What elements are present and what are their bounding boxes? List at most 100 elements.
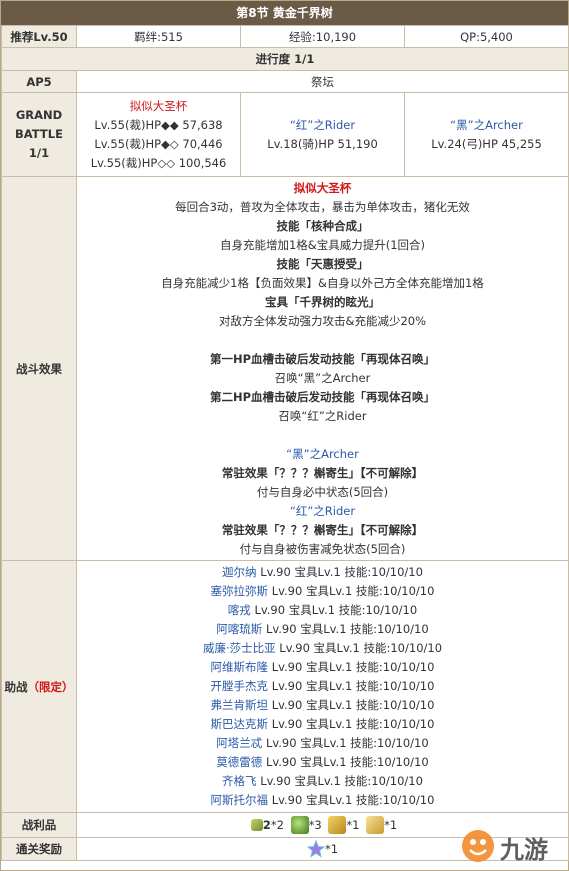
effect-line: 召唤“红”之Rider — [278, 408, 367, 423]
battle-label-line1: GRAND — [15, 108, 63, 122]
support-servant-info: Lv.90 宝具Lv.1 技能:10/10/10 — [262, 736, 429, 750]
loot-item[interactable]: 2*2 — [248, 818, 288, 832]
support-row-item: 威廉·莎士比亚 Lv.90 宝具Lv.1 技能:10/10/10 — [77, 639, 568, 658]
effect-line: 常驻效果「？？？槲寄生」【不可解除】 — [221, 465, 424, 480]
clear-reward-item[interactable]: *1 — [306, 839, 339, 858]
place-name: 祭坛 — [76, 70, 569, 93]
enemy-hp: Lv.55(裁)HP◇◇ 100,546 — [90, 155, 227, 170]
support-servant-link[interactable]: 喀戎 — [228, 603, 251, 617]
support-servant-link[interactable]: 阿维斯布隆 — [211, 660, 269, 674]
support-row-item: 阿斯托尔福 Lv.90 宝具Lv.1 技能:10/10/10 — [77, 791, 568, 810]
support-servant-link[interactable]: 莫德雷德 — [216, 755, 262, 769]
support-servant-link[interactable]: 斯巴达克斯 — [211, 717, 269, 731]
enemy-holy-grail: 拟似大圣杯 Lv.55(裁)HP◆◆ 57,638 Lv.55(裁)HP◆◇ 7… — [76, 92, 241, 177]
loot-item[interactable]: *1 — [325, 816, 363, 834]
support-servant-link[interactable]: 威廉·莎士比亚 — [203, 641, 276, 655]
effect-line: 第二HP血槽击破后发动技能「再现体召唤」 — [209, 389, 436, 404]
support-row-item: 塞弥拉弥斯 Lv.90 宝具Lv.1 技能:10/10/10 — [77, 582, 568, 601]
support-servant-link[interactable]: 迦尔纳 — [222, 565, 257, 579]
progress-row: 进行度 1/1 — [1, 47, 569, 71]
effect-line[interactable]: “红”之Rider — [77, 502, 568, 521]
support-servant-info: Lv.90 宝具Lv.1 技能:10/10/10 — [250, 603, 418, 617]
support-row-item: 齐格飞 Lv.90 宝具Lv.1 技能:10/10/10 — [77, 772, 568, 791]
effect-line: 拟似大圣杯 — [293, 180, 352, 195]
support-row-item: 开膛手杰克 Lv.90 宝具Lv.1 技能:10/10/10 — [77, 677, 568, 696]
support-servant-link[interactable]: 塞弥拉弥斯 — [211, 584, 269, 598]
support-row: 助战（限定） 迦尔纳 Lv.90 宝具Lv.1 技能:10/10/10 塞弥拉弥斯… — [1, 560, 569, 813]
support-servant-link[interactable]: 阿斯托尔福 — [211, 793, 269, 807]
enemy-hp: Lv.24(弓)HP 45,255 — [431, 136, 542, 151]
exp-value: 经验:10,190 — [240, 25, 405, 48]
enemy-hp: Lv.55(裁)HP◆◇ 70,446 — [94, 136, 223, 151]
loot-label: 战利品 — [1, 812, 77, 838]
support-label-text: 助战 — [4, 679, 28, 694]
support-servant-link[interactable]: 阿喀琉斯 — [216, 622, 262, 636]
effect-line: 付与自身必中状态(5回合) — [256, 484, 389, 499]
support-servant-info: Lv.90 宝具Lv.1 技能:10/10/10 — [262, 755, 429, 769]
effect-line: 每回合3动，普攻为全体攻击，暴击为单体攻击，猪化无效 — [175, 199, 470, 214]
battle-label: GRAND BATTLE 1/1 — [1, 92, 77, 177]
qp-value: QP:5,400 — [404, 25, 569, 48]
support-servant-link[interactable]: 齐格飞 — [222, 774, 257, 788]
support-row-item: 阿塔兰忒 Lv.90 宝具Lv.1 技能:10/10/10 — [77, 734, 568, 753]
effect-line: 对敌方全体发动强力攻击&充能减少20% — [218, 313, 427, 328]
support-row-item: 迦尔纳 Lv.90 宝具Lv.1 技能:10/10/10 — [77, 563, 568, 582]
clear-reward-count: *1 — [324, 841, 339, 856]
quest-panel: 第8节 黄金千界树 推荐Lv.50 羁绊:515 经验:10,190 QP:5,… — [0, 0, 569, 871]
support-row-item: 莫德雷德 Lv.90 宝具Lv.1 技能:10/10/10 — [77, 753, 568, 772]
support-servant-info: Lv.90 宝具Lv.1 技能:10/10/10 — [268, 698, 435, 712]
support-servant-info: Lv.90 宝具Lv.1 技能:10/10/10 — [268, 793, 435, 807]
effect-line: 自身充能减少1格【负面效果】&自身以外己方全体充能增加1格 — [161, 275, 484, 290]
support-label: 助战（限定） — [1, 560, 77, 813]
loot-item-count: *3 — [308, 817, 322, 832]
bond-value: 羁绊:515 — [76, 25, 241, 48]
enemy-name-link[interactable]: “红”之Rider — [241, 116, 404, 135]
support-row-item: 斯巴达克斯 Lv.90 宝具Lv.1 技能:10/10/10 — [77, 715, 568, 734]
support-servant-link[interactable]: 弗兰肯斯坦 — [211, 698, 269, 712]
loot-item-count: *1 — [384, 817, 398, 832]
effect-line[interactable]: “黑”之Archer — [77, 445, 568, 464]
enemy-hp: Lv.55(裁)HP◆◆ 57,638 — [94, 117, 223, 132]
support-servant-link[interactable]: 开膛手杰克 — [211, 679, 269, 693]
support-row-item: 弗兰肯斯坦 Lv.90 宝具Lv.1 技能:10/10/10 — [77, 696, 568, 715]
watermark-text: 九游 — [500, 836, 548, 864]
support-servant-info: Lv.90 宝具Lv.1 技能:10/10/10 — [256, 565, 423, 579]
loot-item[interactable]: *3 — [288, 816, 326, 834]
battle-label-line3: 1/1 — [28, 146, 50, 160]
battle-label-line2: BATTLE — [15, 127, 63, 141]
enemy-red-rider: “红”之Rider Lv.18(骑)HP 51,190 — [240, 92, 405, 177]
loot-item-count: *1 — [346, 817, 360, 832]
battle-row: GRAND BATTLE 1/1 拟似大圣杯 Lv.55(裁)HP◆◆ 57,6… — [1, 92, 569, 177]
enemy-hp: Lv.18(骑)HP 51,190 — [267, 136, 378, 151]
gold-piece-icon — [328, 816, 347, 834]
page-title: 第8节 黄金千界树 — [1, 1, 568, 25]
support-servant-info: Lv.90 宝具Lv.1 技能:10/10/10 — [256, 774, 423, 788]
enemy-name-link[interactable]: “黑”之Archer — [405, 116, 568, 135]
support-servant-info: Lv.90 宝具Lv.1 技能:10/10/10 — [268, 584, 435, 598]
support-row-item: 阿喀琉斯 Lv.90 宝具Lv.1 技能:10/10/10 — [77, 620, 568, 639]
effect-line: 第一HP血槽击破后发动技能「再现体召唤」 — [209, 351, 436, 366]
support-servant-info: Lv.90 宝具Lv.1 技能:10/10/10 — [268, 717, 435, 731]
support-servant-link[interactable]: 阿塔兰忒 — [216, 736, 262, 750]
ap-row: AP5 祭坛 — [1, 70, 569, 93]
stats-row: 推荐Lv.50 羁绊:515 经验:10,190 QP:5,400 — [1, 25, 569, 48]
green-gem-icon — [290, 816, 309, 834]
clear-reward-label: 通关奖励 — [1, 837, 77, 861]
effect-spacer — [77, 331, 568, 350]
support-row-item: 阿维斯布隆 Lv.90 宝具Lv.1 技能:10/10/10 — [77, 658, 568, 677]
loot-item[interactable]: *1 — [363, 816, 398, 834]
effect-line: 技能「核种合成」 — [276, 218, 369, 233]
effects-content: 拟似大圣杯 每回合3动，普攻为全体攻击，暴击为单体攻击，猪化无效 技能「核种合成… — [76, 176, 569, 561]
gold-monument-icon — [366, 816, 385, 834]
saint-quartz-icon — [306, 839, 326, 858]
support-servant-info: Lv.90 宝具Lv.1 技能:10/10/10 — [268, 660, 435, 674]
enemy-name-link[interactable]: 拟似大圣杯 — [77, 97, 240, 116]
enemy-black-archer: “黑”之Archer Lv.24(弓)HP 45,255 — [404, 92, 569, 177]
progress-label: 进行度 1/1 — [1, 47, 569, 71]
support-servant-info: Lv.90 宝具Lv.1 技能:10/10/10 — [268, 679, 435, 693]
watermark: 九游 — [456, 820, 566, 868]
ap-label: AP5 — [1, 70, 77, 93]
effect-spacer — [77, 426, 568, 445]
effect-line: 召唤“黑”之Archer — [274, 370, 371, 385]
effect-line: 技能「天惠授受」 — [276, 256, 369, 271]
